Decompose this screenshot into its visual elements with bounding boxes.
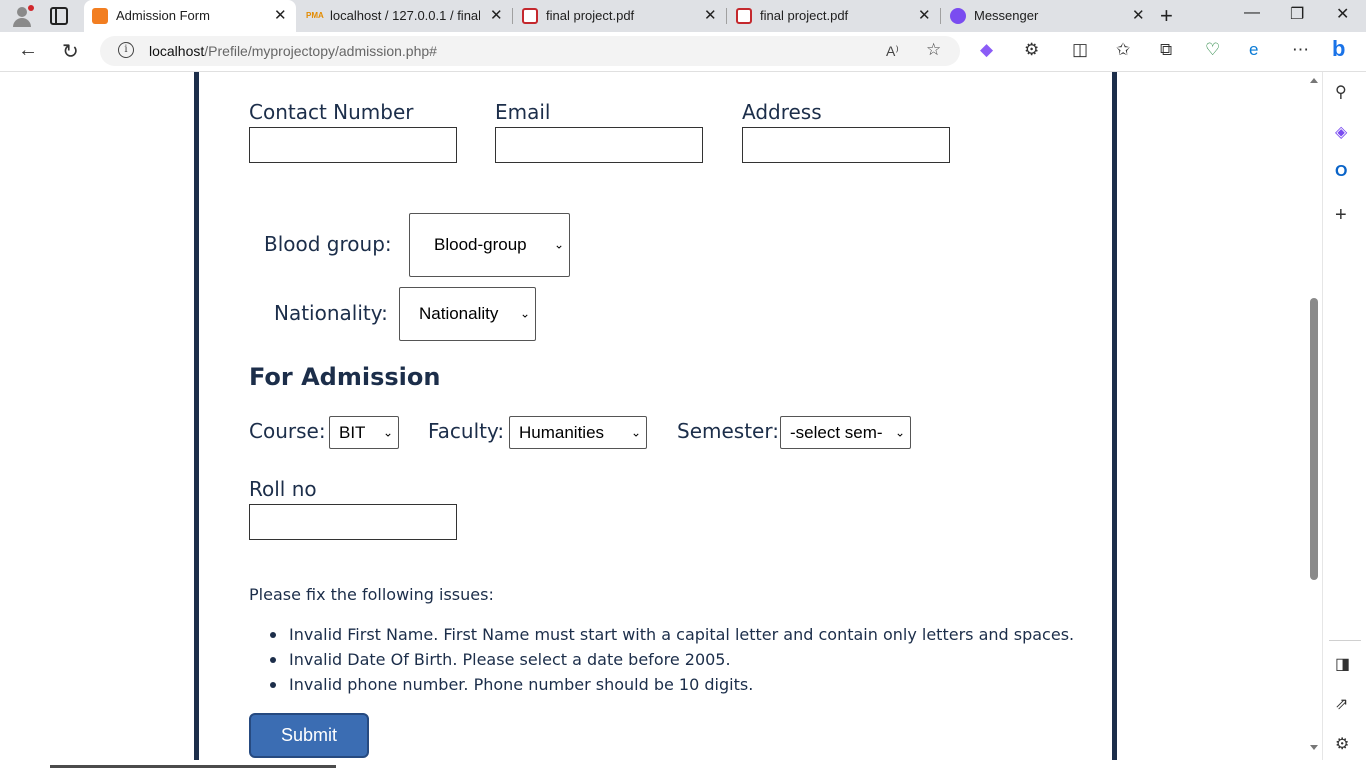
issues-heading: Please fix the following issues: <box>249 585 494 604</box>
issues-list: Invalid First Name. First Name must star… <box>270 625 1074 700</box>
list-item: Invalid phone number. Phone number shoul… <box>270 675 1074 700</box>
list-item: Invalid Date Of Birth. Please select a d… <box>270 650 1074 675</box>
collections-icon[interactable]: ⧉ <box>1160 40 1172 60</box>
validation-area: Please fix the following issues: Invalid… <box>0 72 1306 760</box>
back-icon[interactable]: ← <box>18 39 38 62</box>
url-host: localhost <box>149 43 205 59</box>
horizontal-scrollbar[interactable] <box>0 760 1366 768</box>
address-bar[interactable]: i localhost/Prefile/myprojectopy/admissi… <box>100 36 960 66</box>
split-screen-icon[interactable]: ◫ <box>1072 40 1088 60</box>
copilot-icon[interactable]: ◆ <box>980 40 993 60</box>
close-tab-icon[interactable]: ✕ <box>1132 6 1145 24</box>
refresh-icon[interactable]: ↻ <box>62 39 79 64</box>
search-icon[interactable]: ⚲ <box>1335 82 1347 102</box>
copilot-sidebar-icon[interactable]: ◈ <box>1335 122 1347 142</box>
minimize-icon[interactable]: — <box>1244 4 1260 22</box>
xampp-icon <box>92 8 108 24</box>
bing-icon[interactable]: b <box>1332 36 1345 62</box>
close-tab-icon[interactable]: ✕ <box>704 6 717 24</box>
submit-button[interactable]: Submit <box>249 713 369 758</box>
browser-toolbar: ← ↻ i localhost/Prefile/myprojectopy/adm… <box>0 32 1366 72</box>
site-info-icon[interactable]: i <box>118 42 134 58</box>
sidebar-settings-icon[interactable]: ⚙ <box>1335 734 1349 754</box>
tab-bar: Admission Form ✕ PMA localhost / 127.0.0… <box>0 0 1366 32</box>
favorite-star-icon[interactable]: ☆ <box>926 40 941 60</box>
list-item: Invalid First Name. First Name must star… <box>270 625 1074 650</box>
tab-admission-form[interactable]: Admission Form ✕ <box>84 0 296 32</box>
tab-title: Messenger <box>974 8 1039 23</box>
hide-sidebar-icon[interactable]: ◨ <box>1335 654 1350 674</box>
read-aloud-icon[interactable]: A⁾ <box>886 43 899 60</box>
restore-icon[interactable]: ❐ <box>1290 4 1304 24</box>
browser-essentials-icon[interactable]: ♡ <box>1205 40 1220 60</box>
tab-messenger[interactable]: Messenger ✕ <box>942 0 1154 32</box>
settings-more-icon[interactable]: ⋯ <box>1292 40 1309 60</box>
scroll-up-icon[interactable] <box>1310 78 1318 83</box>
vertical-scrollbar[interactable] <box>1306 72 1322 760</box>
new-tab-icon[interactable]: + <box>1160 3 1173 29</box>
url-path: /Prefile/myprojectopy/admission.php# <box>204 43 437 59</box>
close-tab-icon[interactable]: ✕ <box>490 6 503 24</box>
tab-final-project-pdf-1[interactable]: final project.pdf ✕ <box>514 0 727 32</box>
tab-actions-icon[interactable] <box>50 7 68 25</box>
scrollbar-thumb[interactable] <box>1310 298 1318 580</box>
pdf-icon <box>736 8 752 24</box>
tab-title: Admission Form <box>116 8 210 23</box>
outlook-icon[interactable]: O <box>1335 163 1347 181</box>
edge-sidebar: ⚲ ◈ O + ◨ ⇗ ⚙ <box>1322 72 1366 768</box>
tab-title: final project.pdf <box>546 8 635 23</box>
close-tab-icon[interactable]: ✕ <box>918 6 931 24</box>
close-tab-icon[interactable]: ✕ <box>274 6 287 24</box>
messenger-icon <box>950 8 966 24</box>
tab-final-project-pdf-2[interactable]: final project.pdf ✕ <box>728 0 941 32</box>
phpmyadmin-icon: PMA <box>306 11 324 20</box>
profile-icon[interactable] <box>10 5 34 27</box>
url-text[interactable]: localhost/Prefile/myprojectopy/admission… <box>149 43 437 59</box>
tab-title: localhost / 127.0.0.1 / final_p <box>330 8 480 23</box>
extensions-icon[interactable]: ⚙ <box>1024 40 1039 60</box>
favorites-icon[interactable]: ✩ <box>1116 40 1130 60</box>
tab-phpmyadmin[interactable]: PMA localhost / 127.0.0.1 / final_p ✕ <box>298 0 513 32</box>
close-window-icon[interactable]: ✕ <box>1336 4 1349 24</box>
edge-icon[interactable]: e <box>1249 40 1258 60</box>
pdf-icon <box>522 8 538 24</box>
add-sidebar-app-icon[interactable]: + <box>1335 204 1347 227</box>
scroll-down-icon[interactable] <box>1310 745 1318 750</box>
open-external-icon[interactable]: ⇗ <box>1335 694 1348 714</box>
tab-title: final project.pdf <box>760 8 849 23</box>
